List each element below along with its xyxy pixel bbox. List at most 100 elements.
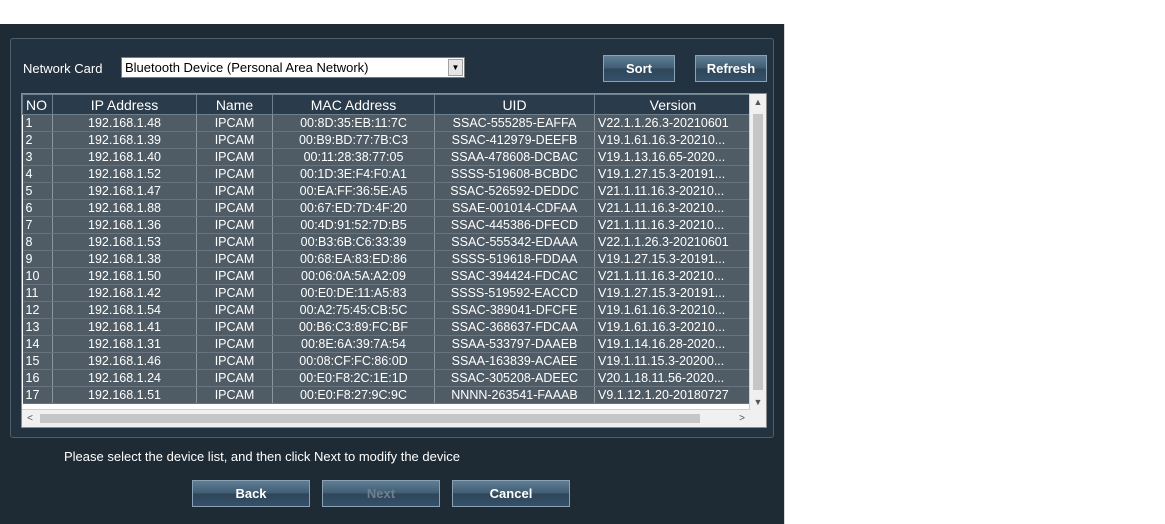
cell-no: 3 (22, 148, 53, 166)
scroll-right-icon[interactable]: > (734, 410, 750, 427)
table-row[interactable]: 15 192.168.1.46 IPCAM 00:08:CF:FC:86:0D SSAA… (22, 352, 752, 370)
cell-name: IPCAM (196, 301, 273, 319)
cell-uid: SSAA-163839-ACAEE (434, 352, 595, 370)
cell-uid: SSAE-001014-CDFAA (434, 199, 595, 217)
next-button[interactable]: Next (322, 480, 440, 507)
cell-uid: SSSS-519618-FDDAA (434, 250, 595, 268)
scrollbar-corner (749, 410, 766, 427)
cell-no: 6 (22, 199, 53, 217)
table-row[interactable]: 1 192.168.1.48 IPCAM 00:8D:35:EB:11:7C SSAC-… (22, 114, 752, 132)
sort-button[interactable]: Sort (603, 55, 675, 82)
cell-mac: 00:EA:FF:36:5E:A5 (272, 182, 435, 200)
cell-name: IPCAM (196, 386, 273, 404)
cell-version: V19.1.11.15.3-20200... (594, 352, 752, 370)
table-row[interactable]: 9 192.168.1.38 IPCAM 00:68:EA:83:ED:86 SSSS-… (22, 250, 752, 268)
table-row[interactable]: 17 192.168.1.51 IPCAM 00:E0:F8:27:9C:9C NNNN… (22, 386, 752, 404)
cell-no: 11 (22, 284, 53, 302)
device-table-container: NO IP Address Name MAC Address UID Versi… (21, 93, 767, 428)
cell-ip: 192.168.1.88 (52, 199, 197, 217)
cell-mac: 00:E0:DE:11:A5:83 (272, 284, 435, 302)
cell-ip: 192.168.1.46 (52, 352, 197, 370)
cell-version: V21.1.11.16.3-20210... (594, 267, 752, 285)
cell-uid: SSAA-478608-DCBAC (434, 148, 595, 166)
cell-uid: SSAC-412979-DEEFB (434, 131, 595, 149)
cell-version: V22.1.1.26.3-20210601 (594, 233, 752, 251)
table-row[interactable]: 2 192.168.1.39 IPCAM 00:B9:BD:77:7B:C3 SSAC-… (22, 131, 752, 149)
scroll-left-icon[interactable]: < (22, 410, 38, 427)
cell-ip: 192.168.1.31 (52, 335, 197, 353)
table-row[interactable]: 16 192.168.1.24 IPCAM 00:E0:F8:2C:1E:1D SSAC… (22, 369, 752, 387)
cell-uid: SSAA-533797-DAAEB (434, 335, 595, 353)
chevron-down-icon[interactable]: ▼ (448, 59, 463, 76)
table-row[interactable]: 13 192.168.1.41 IPCAM 00:B6:C3:89:FC:BF SSAC… (22, 318, 752, 336)
scroll-down-icon[interactable]: ▼ (750, 394, 766, 410)
cell-mac: 00:68:EA:83:ED:86 (272, 250, 435, 268)
cell-version: V19.1.27.15.3-20191... (594, 250, 752, 268)
table-row[interactable]: 4 192.168.1.52 IPCAM 00:1D:3E:F4:F0:A1 SSSS-… (22, 165, 752, 183)
table-row[interactable]: 6 192.168.1.88 IPCAM 00:67:ED:7D:4F:20 SSAE-… (22, 199, 752, 217)
cell-mac: 00:1D:3E:F4:F0:A1 (272, 165, 435, 183)
vertical-scrollbar[interactable]: ▲ ▼ (749, 94, 766, 410)
cell-mac: 00:06:0A:5A:A2:09 (272, 267, 435, 285)
cell-mac: 00:B6:C3:89:FC:BF (272, 318, 435, 336)
column-header-version[interactable]: Version (594, 94, 752, 115)
cell-no: 9 (22, 250, 53, 268)
column-header-no[interactable]: NO (22, 94, 53, 115)
cell-ip: 192.168.1.38 (52, 250, 197, 268)
cell-no: 12 (22, 301, 53, 319)
column-header-ip[interactable]: IP Address (52, 94, 197, 115)
cell-uid: SSAC-555285-EAFFA (434, 114, 595, 132)
cell-uid: NNNN-263541-FAAAB (434, 386, 595, 404)
cell-ip: 192.168.1.51 (52, 386, 197, 404)
scroll-up-icon[interactable]: ▲ (750, 94, 766, 110)
table-row[interactable]: 7 192.168.1.36 IPCAM 00:4D:91:52:7D:B5 SSAC-… (22, 216, 752, 234)
cell-mac: 00:E0:F8:2C:1E:1D (272, 369, 435, 387)
cell-version: V19.1.27.15.3-20191... (594, 284, 752, 302)
cell-no: 10 (22, 267, 53, 285)
cancel-button[interactable]: Cancel (452, 480, 570, 507)
device-config-window: Network Card Bluetooth Device (Personal … (0, 24, 785, 524)
cell-uid: SSAC-555342-EDAAA (434, 233, 595, 251)
table-row[interactable]: 10 192.168.1.50 IPCAM 00:06:0A:5A:A2:09 SSAC… (22, 267, 752, 285)
cell-ip: 192.168.1.53 (52, 233, 197, 251)
cell-ip: 192.168.1.39 (52, 131, 197, 149)
cell-name: IPCAM (196, 369, 273, 387)
horizontal-scroll-thumb[interactable] (40, 414, 700, 423)
cell-name: IPCAM (196, 233, 273, 251)
network-card-select[interactable]: Bluetooth Device (Personal Area Network)… (121, 57, 465, 78)
vertical-scroll-thumb[interactable] (753, 114, 763, 390)
cell-uid: SSSS-519592-EACCD (434, 284, 595, 302)
column-header-name[interactable]: Name (196, 94, 273, 115)
cell-ip: 192.168.1.42 (52, 284, 197, 302)
cell-ip: 192.168.1.24 (52, 369, 197, 387)
cell-mac: 00:A2:75:45:CB:5C (272, 301, 435, 319)
cell-no: 8 (22, 233, 53, 251)
cell-name: IPCAM (196, 335, 273, 353)
cell-mac: 00:B3:6B:C6:33:39 (272, 233, 435, 251)
cell-name: IPCAM (196, 165, 273, 183)
cell-ip: 192.168.1.47 (52, 182, 197, 200)
cell-no: 13 (22, 318, 53, 336)
network-card-selected-value: Bluetooth Device (Personal Area Network) (125, 60, 369, 75)
cell-version: V21.1.11.16.3-20210... (594, 199, 752, 217)
network-card-label: Network Card (23, 61, 103, 76)
back-button[interactable]: Back (192, 480, 310, 507)
table-row[interactable]: 11 192.168.1.42 IPCAM 00:E0:DE:11:A5:83 SSSS… (22, 284, 752, 302)
table-row[interactable]: 3 192.168.1.40 IPCAM 00:11:28:38:77:05 SSAA-… (22, 148, 752, 166)
refresh-button[interactable]: Refresh (695, 55, 767, 82)
table-row[interactable]: 8 192.168.1.53 IPCAM 00:B3:6B:C6:33:39 SSAC-… (22, 233, 752, 251)
table-row[interactable]: 5 192.168.1.47 IPCAM 00:EA:FF:36:5E:A5 SSAC-… (22, 182, 752, 200)
cell-no: 4 (22, 165, 53, 183)
horizontal-scrollbar[interactable]: < > (22, 409, 750, 427)
cell-version: V19.1.13.16.65-2020... (594, 148, 752, 166)
cell-uid: SSAC-305208-ADEEC (434, 369, 595, 387)
cell-mac: 00:B9:BD:77:7B:C3 (272, 131, 435, 149)
cell-ip: 192.168.1.48 (52, 114, 197, 132)
cell-version: V19.1.27.15.3-20191... (594, 165, 752, 183)
cell-no: 1 (22, 114, 53, 132)
column-header-uid[interactable]: UID (434, 94, 595, 115)
table-row[interactable]: 14 192.168.1.31 IPCAM 00:8E:6A:39:7A:54 SSAA… (22, 335, 752, 353)
column-header-mac[interactable]: MAC Address (272, 94, 435, 115)
cell-version: V9.1.12.1.20-20180727 (594, 386, 752, 404)
table-row[interactable]: 12 192.168.1.54 IPCAM 00:A2:75:45:CB:5C SSAC… (22, 301, 752, 319)
